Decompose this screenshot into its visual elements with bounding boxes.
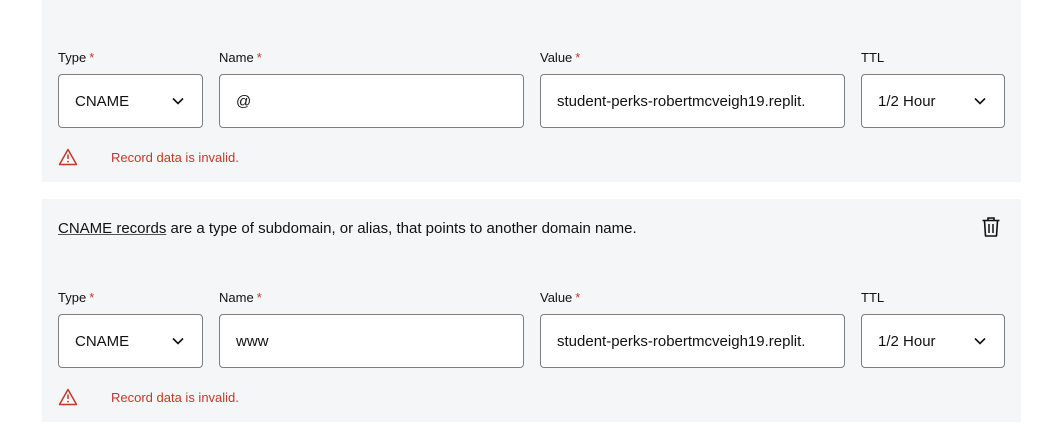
error-message: Record data is invalid. — [58, 388, 239, 406]
value-label: Value * — [540, 50, 581, 65]
value-label: Value * — [540, 290, 581, 305]
warning-triangle-icon — [58, 388, 78, 406]
dns-record-panel: CNAME records are a type of subdomain, o… — [42, 199, 1021, 422]
ttl-select[interactable]: 1/2 Hour — [861, 314, 1005, 368]
ttl-label: TTL — [861, 50, 885, 65]
trash-icon[interactable] — [980, 216, 1002, 238]
chevron-down-icon — [974, 94, 988, 108]
error-text: Record data is invalid. — [111, 389, 239, 405]
chevron-down-icon — [172, 334, 186, 348]
cname-records-link[interactable]: CNAME records — [58, 220, 166, 237]
type-select-value: CNAME — [75, 332, 130, 350]
warning-triangle-icon — [58, 148, 78, 166]
ttl-select[interactable]: 1/2 Hour — [861, 74, 1005, 128]
type-label: Type * — [58, 50, 95, 65]
ttl-label: TTL — [861, 290, 885, 305]
value-input[interactable] — [540, 314, 845, 368]
chevron-down-icon — [172, 94, 186, 108]
name-input-field[interactable] — [236, 332, 507, 350]
type-select[interactable]: CNAME — [58, 314, 203, 368]
type-label: Type * — [58, 290, 95, 305]
value-input[interactable] — [540, 74, 845, 128]
dns-record-panel: Type* Name* Value* TTL CNAME 1/2 Hour Re… — [42, 0, 1021, 182]
name-label: Name * — [219, 50, 262, 65]
name-input[interactable] — [219, 74, 524, 128]
ttl-select-value: 1/2 Hour — [878, 92, 936, 110]
name-input-field[interactable] — [236, 92, 507, 110]
type-select[interactable]: CNAME — [58, 74, 203, 128]
chevron-down-icon — [974, 334, 988, 348]
name-label: Name * — [219, 290, 262, 305]
type-select-value: CNAME — [75, 92, 130, 110]
ttl-select-value: 1/2 Hour — [878, 332, 936, 350]
description-text: are a type of subdomain, or alias, that … — [166, 220, 637, 237]
value-input-field[interactable] — [557, 332, 828, 350]
value-input-field[interactable] — [557, 92, 828, 110]
error-message: Record data is invalid. — [58, 148, 239, 166]
error-text: Record data is invalid. — [111, 149, 239, 165]
name-input[interactable] — [219, 314, 524, 368]
record-description: CNAME records are a type of subdomain, o… — [58, 220, 637, 237]
